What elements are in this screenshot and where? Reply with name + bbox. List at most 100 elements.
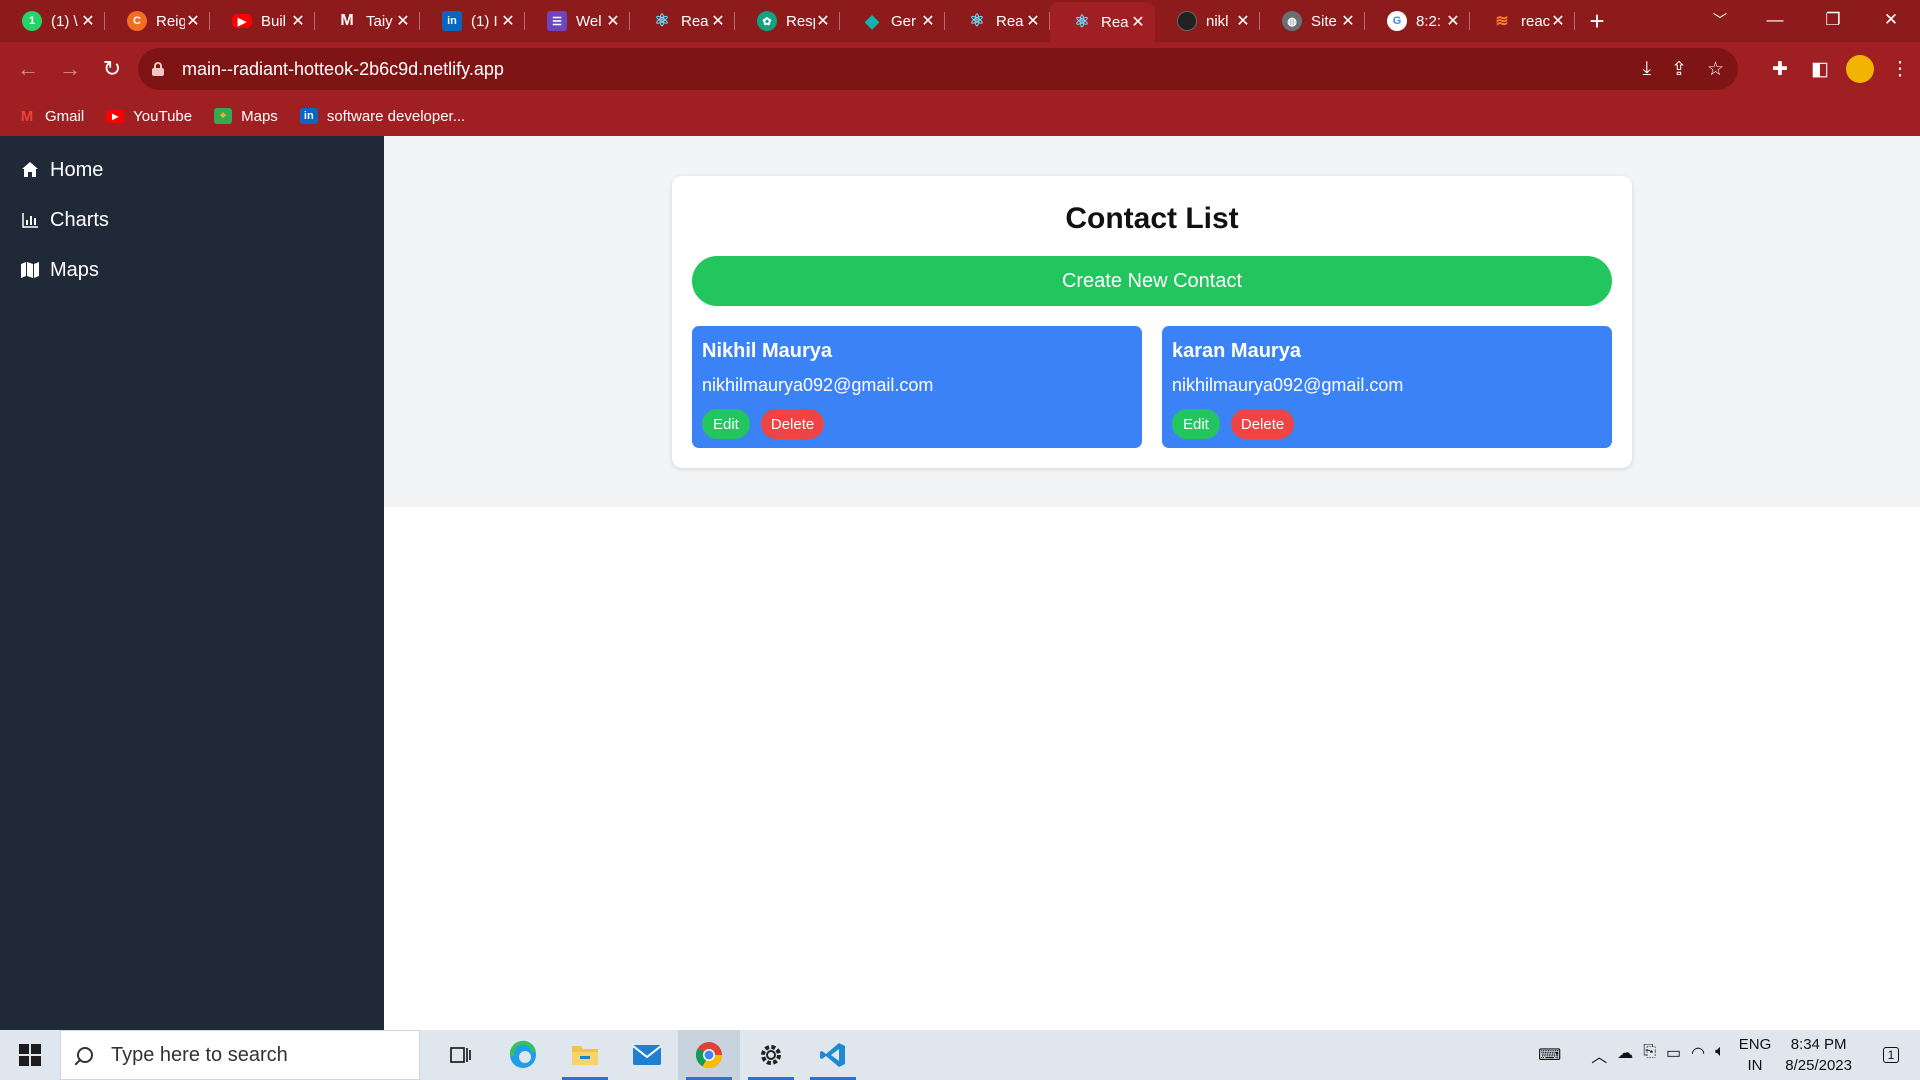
close-icon[interactable]: ✕ — [185, 11, 201, 31]
address-bar[interactable]: main--radiant-hotteok-2b6c9d.netlify.app… — [138, 48, 1738, 90]
close-icon[interactable]: ✕ — [1025, 11, 1041, 31]
restore-button[interactable]: ❐ — [1804, 0, 1862, 40]
close-icon[interactable]: ✕ — [605, 11, 621, 31]
contact-card: karan Maurya nikhilmaurya092@gmail.com E… — [1162, 326, 1612, 448]
sidebar-item-charts[interactable]: Charts — [0, 195, 384, 245]
tab-title: Buil — [261, 12, 287, 30]
tab-title: Reig — [156, 12, 185, 30]
notifications-icon[interactable]: 1 — [1876, 1040, 1906, 1070]
forward-button[interactable]: → — [50, 49, 90, 89]
omnibox-actions: ⤓ ⇪ ☆ — [1643, 48, 1724, 90]
clock[interactable]: 8:34 PM 8/25/2023 — [1785, 1034, 1852, 1076]
close-window-button[interactable]: ✕ — [1862, 0, 1920, 40]
edge-icon[interactable] — [492, 1030, 554, 1080]
tab[interactable]: 1 (1) \ ✕ — [0, 0, 105, 42]
tab[interactable]: nikl ✕ — [1155, 0, 1260, 42]
close-icon[interactable]: ✕ — [290, 11, 306, 31]
close-icon[interactable]: ✕ — [1130, 12, 1146, 32]
close-icon[interactable]: ✕ — [395, 11, 411, 31]
task-view-icon[interactable] — [430, 1030, 492, 1080]
tab[interactable]: M Taiy ✕ — [315, 0, 420, 42]
wifi-icon[interactable]: ◠ — [1691, 1043, 1705, 1067]
tab-title: Ger — [891, 12, 917, 30]
list-app-icon: ☰ — [547, 11, 567, 31]
bookmarks-bar: M Gmail ▶ YouTube ⌖ Maps in software dev… — [0, 96, 1920, 136]
close-icon[interactable]: ✕ — [500, 11, 516, 31]
bookmark-star-icon[interactable]: ☆ — [1707, 58, 1724, 81]
close-icon[interactable]: ✕ — [1340, 11, 1356, 31]
avatar[interactable] — [1846, 55, 1874, 83]
tab[interactable]: C Reig ✕ — [105, 0, 210, 42]
chrome-icon[interactable] — [678, 1030, 740, 1080]
tab-title: Taiy — [366, 12, 393, 30]
file-explorer-icon[interactable] — [554, 1030, 616, 1080]
side-panel-icon[interactable]: ◧ — [1800, 49, 1840, 89]
lang-code: ENG — [1738, 1036, 1772, 1053]
tab-title: (1) I — [471, 12, 498, 30]
tab-title: Rea — [996, 12, 1024, 30]
tab[interactable]: ≋ reac ✕ — [1470, 0, 1575, 42]
extensions-icon[interactable]: ✚ — [1760, 49, 1800, 89]
mail-icon[interactable] — [616, 1030, 678, 1080]
contact-actions: Edit Delete — [1172, 409, 1602, 439]
sidebar-item-maps[interactable]: Maps — [0, 245, 384, 295]
contact-card: Nikhil Maurya nikhilmaurya092@gmail.com … — [692, 326, 1142, 448]
battery-icon[interactable]: ▭ — [1666, 1043, 1681, 1067]
lock-icon[interactable] — [152, 62, 164, 76]
tabs: 1 (1) \ ✕ C Reig ✕ ▶ Buil ✕ M Taiy ✕ in — [0, 0, 1575, 42]
tab[interactable]: ▶ Buil ✕ — [210, 0, 315, 42]
delete-button[interactable]: Delete — [760, 409, 825, 439]
volume-icon[interactable]: 🔈︎ — [1715, 1043, 1725, 1067]
new-tab-button[interactable]: + — [1575, 0, 1619, 42]
tab-title: Rea — [681, 12, 709, 30]
bookmark-linkedin[interactable]: in software developer... — [299, 108, 465, 125]
close-icon[interactable]: ✕ — [815, 11, 831, 31]
url-text[interactable]: main--radiant-hotteok-2b6c9d.netlify.app — [182, 59, 504, 80]
close-icon[interactable]: ✕ — [1235, 11, 1251, 31]
back-button[interactable]: ← — [8, 49, 48, 89]
install-app-icon[interactable]: ⤓ — [1643, 58, 1651, 80]
contact-actions: Edit Delete — [702, 409, 1132, 439]
tab-active[interactable]: ⚛ Rea ✕ — [1050, 2, 1155, 42]
edit-button[interactable]: Edit — [1172, 409, 1220, 439]
vscode-icon[interactable] — [802, 1030, 864, 1080]
close-icon[interactable]: ✕ — [80, 11, 96, 31]
close-icon[interactable]: ✕ — [1445, 11, 1461, 31]
tab[interactable]: ◍ Site ✕ — [1260, 0, 1365, 42]
react-icon: ⚛ — [1074, 12, 1090, 31]
tab[interactable]: in (1) I ✕ — [420, 0, 525, 42]
onedrive-icon[interactable]: ☁ — [1617, 1043, 1633, 1067]
edit-button[interactable]: Edit — [702, 409, 750, 439]
tab[interactable]: ⚛ Rea ✕ — [945, 0, 1050, 42]
taskbar-search[interactable]: Type here to search — [60, 1030, 420, 1080]
bookmark-youtube[interactable]: ▶ YouTube — [106, 108, 192, 125]
bookmark-gmail[interactable]: M Gmail — [18, 108, 84, 125]
close-icon[interactable]: ✕ — [1550, 11, 1566, 31]
stackoverflow-icon: ≋ — [1495, 13, 1509, 30]
minimize-button[interactable]: — — [1746, 0, 1804, 40]
tab-search-chevron-icon[interactable]: ﹀ — [1700, 0, 1740, 40]
sidebar-item-home[interactable]: Home — [0, 145, 384, 195]
close-icon[interactable]: ✕ — [710, 11, 726, 31]
touch-keyboard-icon[interactable]: ⌨ — [1538, 1045, 1561, 1065]
delete-button[interactable]: Delete — [1230, 409, 1295, 439]
tab[interactable]: ⚛ Rea ✕ — [630, 0, 735, 42]
tab[interactable]: ✿ Resp ✕ — [735, 0, 840, 42]
settings-gear-icon[interactable] — [740, 1030, 802, 1080]
language-indicator[interactable]: ENG IN — [1739, 1034, 1772, 1076]
reload-button[interactable]: ↻ — [92, 49, 132, 89]
chevron-up-icon[interactable]: ︿ — [1591, 1043, 1607, 1067]
tab[interactable]: G 8:2: ✕ — [1365, 0, 1470, 42]
create-contact-button[interactable]: Create New Contact — [692, 256, 1612, 306]
close-icon[interactable]: ✕ — [920, 11, 936, 31]
contact-name: Nikhil Maurya — [702, 340, 833, 362]
tab[interactable]: ◆ Ger ✕ — [840, 0, 945, 42]
page-title: Contact List — [1065, 202, 1239, 235]
share-icon[interactable]: ⇪ — [1671, 58, 1687, 81]
bookmark-maps[interactable]: ⌖ Maps — [214, 108, 278, 125]
tab[interactable]: ☰ Wel ✕ — [525, 0, 630, 42]
menu-kebab-icon[interactable]: ⋮ — [1880, 49, 1920, 89]
meet-now-icon[interactable]: ⎘ — [1643, 1043, 1656, 1067]
start-button[interactable] — [0, 1030, 60, 1080]
tab-title: (1) \ — [51, 12, 78, 30]
